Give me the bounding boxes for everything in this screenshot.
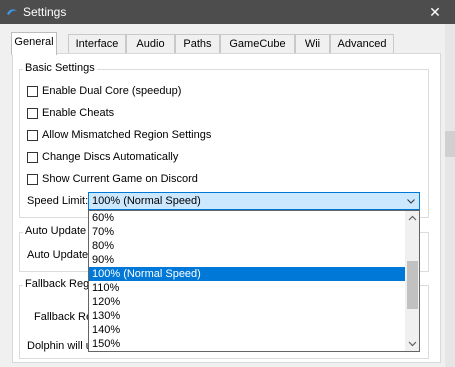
dolphin-logo-icon — [7, 9, 17, 15]
title-bar: Settings ✕ — [0, 0, 455, 24]
speed-option-90[interactable]: 90% — [89, 253, 405, 267]
tab-paths[interactable]: Paths — [175, 34, 220, 54]
background-window-edge — [445, 24, 455, 367]
speed-option-100[interactable]: 100% (Normal Speed) — [89, 267, 405, 281]
fallback-region-note: Dolphin will u — [27, 340, 92, 352]
scrollbar-thumb[interactable] — [407, 261, 418, 309]
close-icon: ✕ — [429, 4, 441, 20]
window-title: Settings — [23, 5, 67, 19]
speed-option-120[interactable]: 120% — [89, 295, 405, 309]
chevron-down-icon — [407, 199, 415, 204]
speed-option-140[interactable]: 140% — [89, 323, 405, 337]
auto-update-label: Auto Update: — [27, 249, 92, 261]
speed-limit-value: 100% (Normal Speed) — [92, 195, 201, 207]
tab-general[interactable]: General — [11, 32, 57, 55]
speed-option-130[interactable]: 130% — [89, 309, 405, 323]
tab-gamecube[interactable]: GameCube — [220, 34, 295, 54]
dropdown-scrollbar[interactable] — [405, 211, 419, 351]
scroll-up-arrow-icon[interactable] — [408, 214, 417, 223]
speed-option-70[interactable]: 70% — [89, 225, 405, 239]
speed-option-110[interactable]: 110% — [89, 281, 405, 295]
tab-wii[interactable]: Wii — [295, 34, 330, 54]
tab-interface[interactable]: Interface — [68, 34, 126, 54]
close-button[interactable]: ✕ — [424, 1, 446, 23]
fallback-region-label: Fallback Re — [34, 311, 93, 323]
speed-option-60[interactable]: 60% — [89, 211, 405, 225]
speed-option-150[interactable]: 150% — [89, 337, 405, 351]
tab-advanced[interactable]: Advanced — [330, 34, 394, 54]
fallback-region-title: Fallback Regi — [23, 278, 94, 290]
tab-audio[interactable]: Audio — [126, 34, 175, 54]
speed-limit-label: Speed Limit: — [27, 195, 89, 207]
speed-option-80[interactable]: 80% — [89, 239, 405, 253]
speed-limit-options-list: 60% 70% 80% 90% 100% (Normal Speed) 110%… — [88, 210, 420, 352]
basic-settings-title: Basic Settings — [23, 62, 97, 74]
speed-limit-dropdown[interactable]: 100% (Normal Speed) — [88, 192, 420, 210]
scroll-down-arrow-icon[interactable] — [408, 339, 417, 348]
